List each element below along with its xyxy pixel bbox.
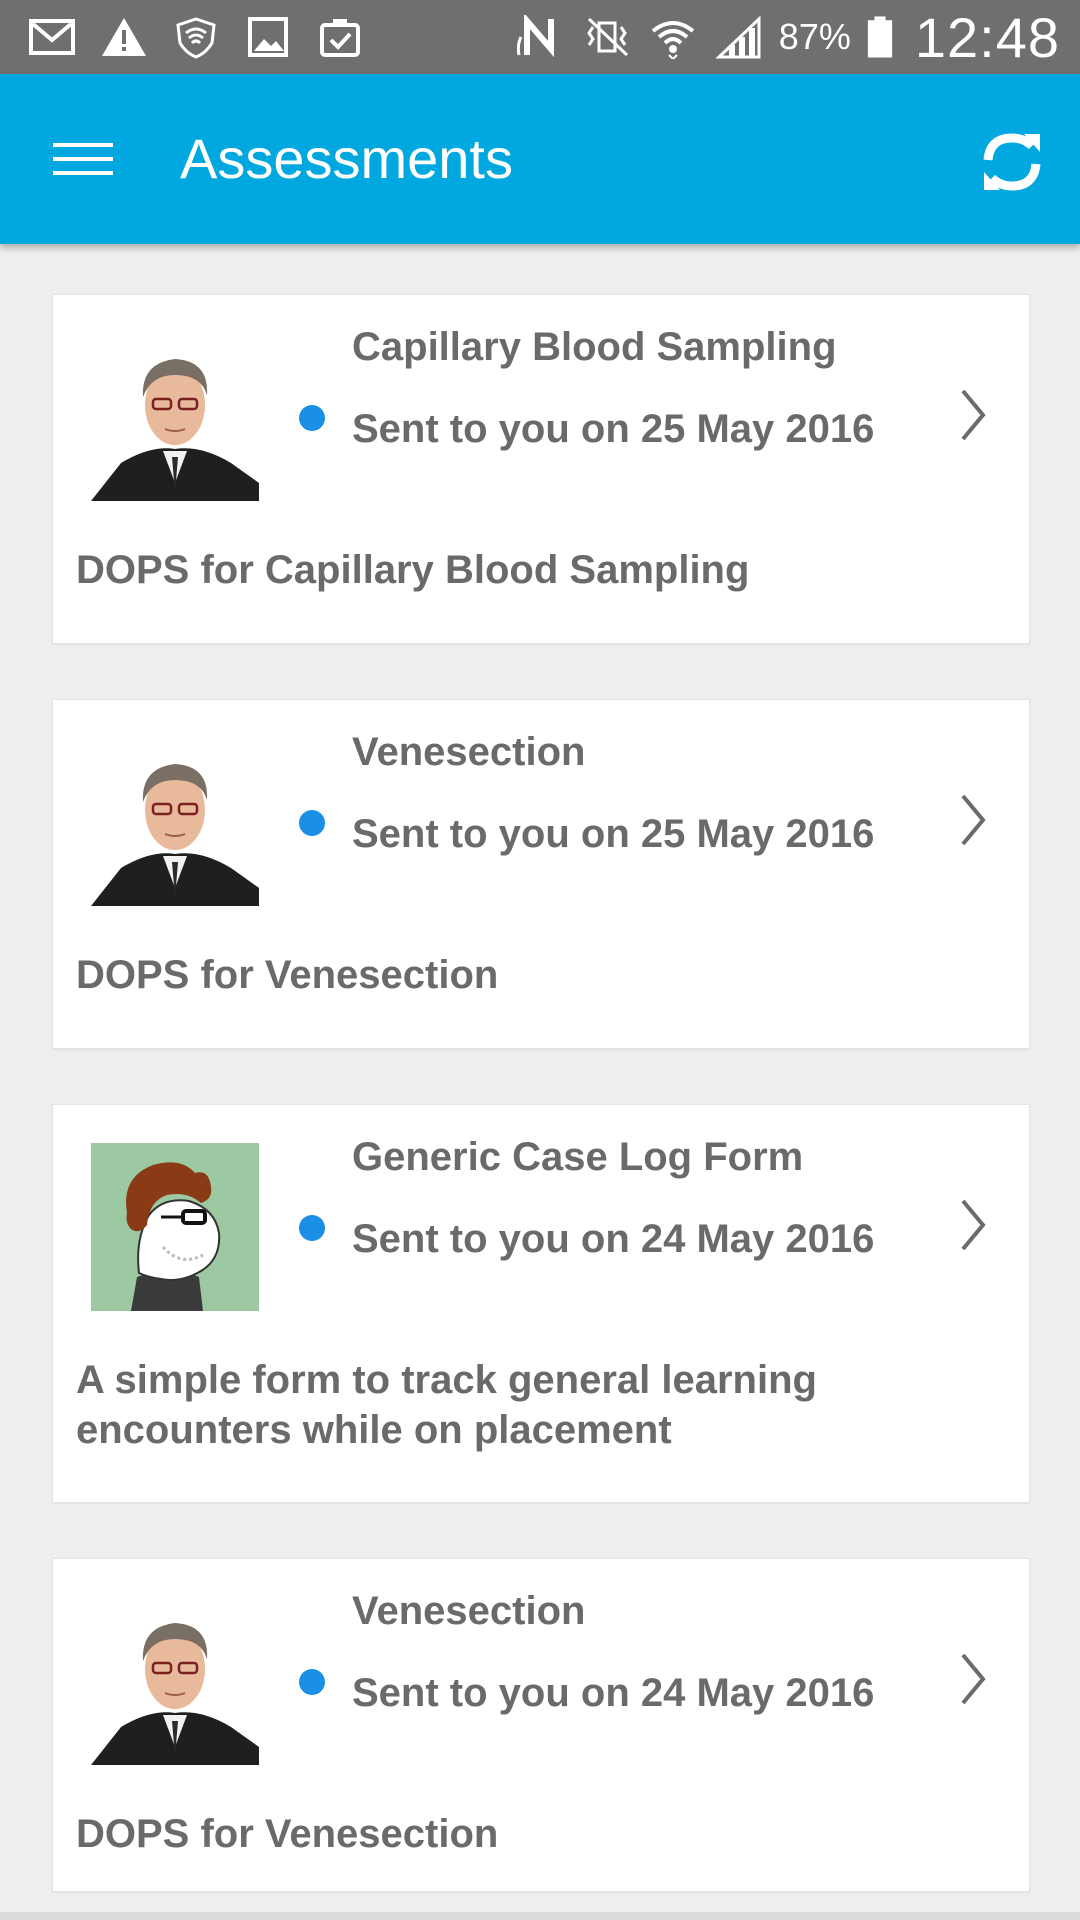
app-bar: Assessments xyxy=(0,74,1080,244)
gmail-icon xyxy=(26,14,78,60)
page-title: Assessments xyxy=(180,127,513,190)
status-bar: 87% 12:48 xyxy=(0,0,1080,74)
avatar xyxy=(91,738,259,906)
cartoon-portrait-icon xyxy=(91,1143,259,1311)
card-date: Sent to you on 25 May 2016 xyxy=(352,407,875,451)
avatar xyxy=(91,1143,259,1311)
hamburger-icon xyxy=(53,143,113,175)
card-title: Generic Case Log Form xyxy=(352,1135,804,1179)
card-date: Sent to you on 24 May 2016 xyxy=(352,1217,875,1261)
nfc-icon xyxy=(515,14,567,60)
card-title: Venesection xyxy=(352,730,586,774)
image-icon xyxy=(242,14,294,60)
vpn-icon xyxy=(170,14,222,60)
card-description: DOPS for Capillary Blood Sampling xyxy=(76,548,750,592)
wifi-icon xyxy=(647,14,699,60)
chevron-right-icon xyxy=(953,1647,993,1711)
assessment-card[interactable]: Generic Case Log Form Sent to you on 24 … xyxy=(52,1104,1030,1503)
refresh-button[interactable] xyxy=(974,124,1050,200)
card-title: Capillary Blood Sampling xyxy=(352,325,837,369)
avatar xyxy=(91,333,259,501)
unread-dot xyxy=(299,810,325,836)
clipboard-check-icon xyxy=(314,14,366,60)
chevron-right-icon xyxy=(953,1193,993,1257)
man-portrait-icon xyxy=(91,738,259,906)
man-portrait-icon xyxy=(91,1597,259,1765)
bottom-divider xyxy=(0,1912,1080,1920)
card-date: Sent to you on 25 May 2016 xyxy=(352,812,875,856)
chevron-right-icon xyxy=(953,383,993,447)
status-icons-right: 87% 12:48 xyxy=(515,0,1060,74)
card-description: A simple form to track general learning … xyxy=(76,1358,817,1452)
assessment-card[interactable]: Venesection Sent to you on 25 May 2016 D… xyxy=(52,699,1030,1049)
unread-dot xyxy=(299,1669,325,1695)
man-portrait-icon xyxy=(91,333,259,501)
battery-icon xyxy=(865,14,895,60)
refresh-icon xyxy=(983,133,1041,191)
chevron-right-icon xyxy=(953,788,993,852)
signal-icon xyxy=(713,14,765,60)
clock: 12:48 xyxy=(914,5,1060,69)
card-title: Venesection xyxy=(352,1589,586,1633)
card-date: Sent to you on 24 May 2016 xyxy=(352,1671,875,1715)
status-icons-left xyxy=(26,14,366,60)
battery-percent: 87% xyxy=(778,16,851,57)
assessment-card[interactable]: Venesection Sent to you on 24 May 2016 D… xyxy=(52,1558,1030,1892)
menu-button[interactable] xyxy=(40,129,126,189)
vibrate-icon xyxy=(581,14,633,60)
unread-dot xyxy=(299,405,325,431)
unread-dot xyxy=(299,1215,325,1241)
assessment-card[interactable]: Capillary Blood Sampling Sent to you on … xyxy=(52,294,1030,644)
avatar xyxy=(91,1597,259,1765)
card-description: DOPS for Venesection xyxy=(76,953,499,997)
card-description: DOPS for Venesection xyxy=(76,1812,499,1856)
warning-icon xyxy=(98,14,150,60)
